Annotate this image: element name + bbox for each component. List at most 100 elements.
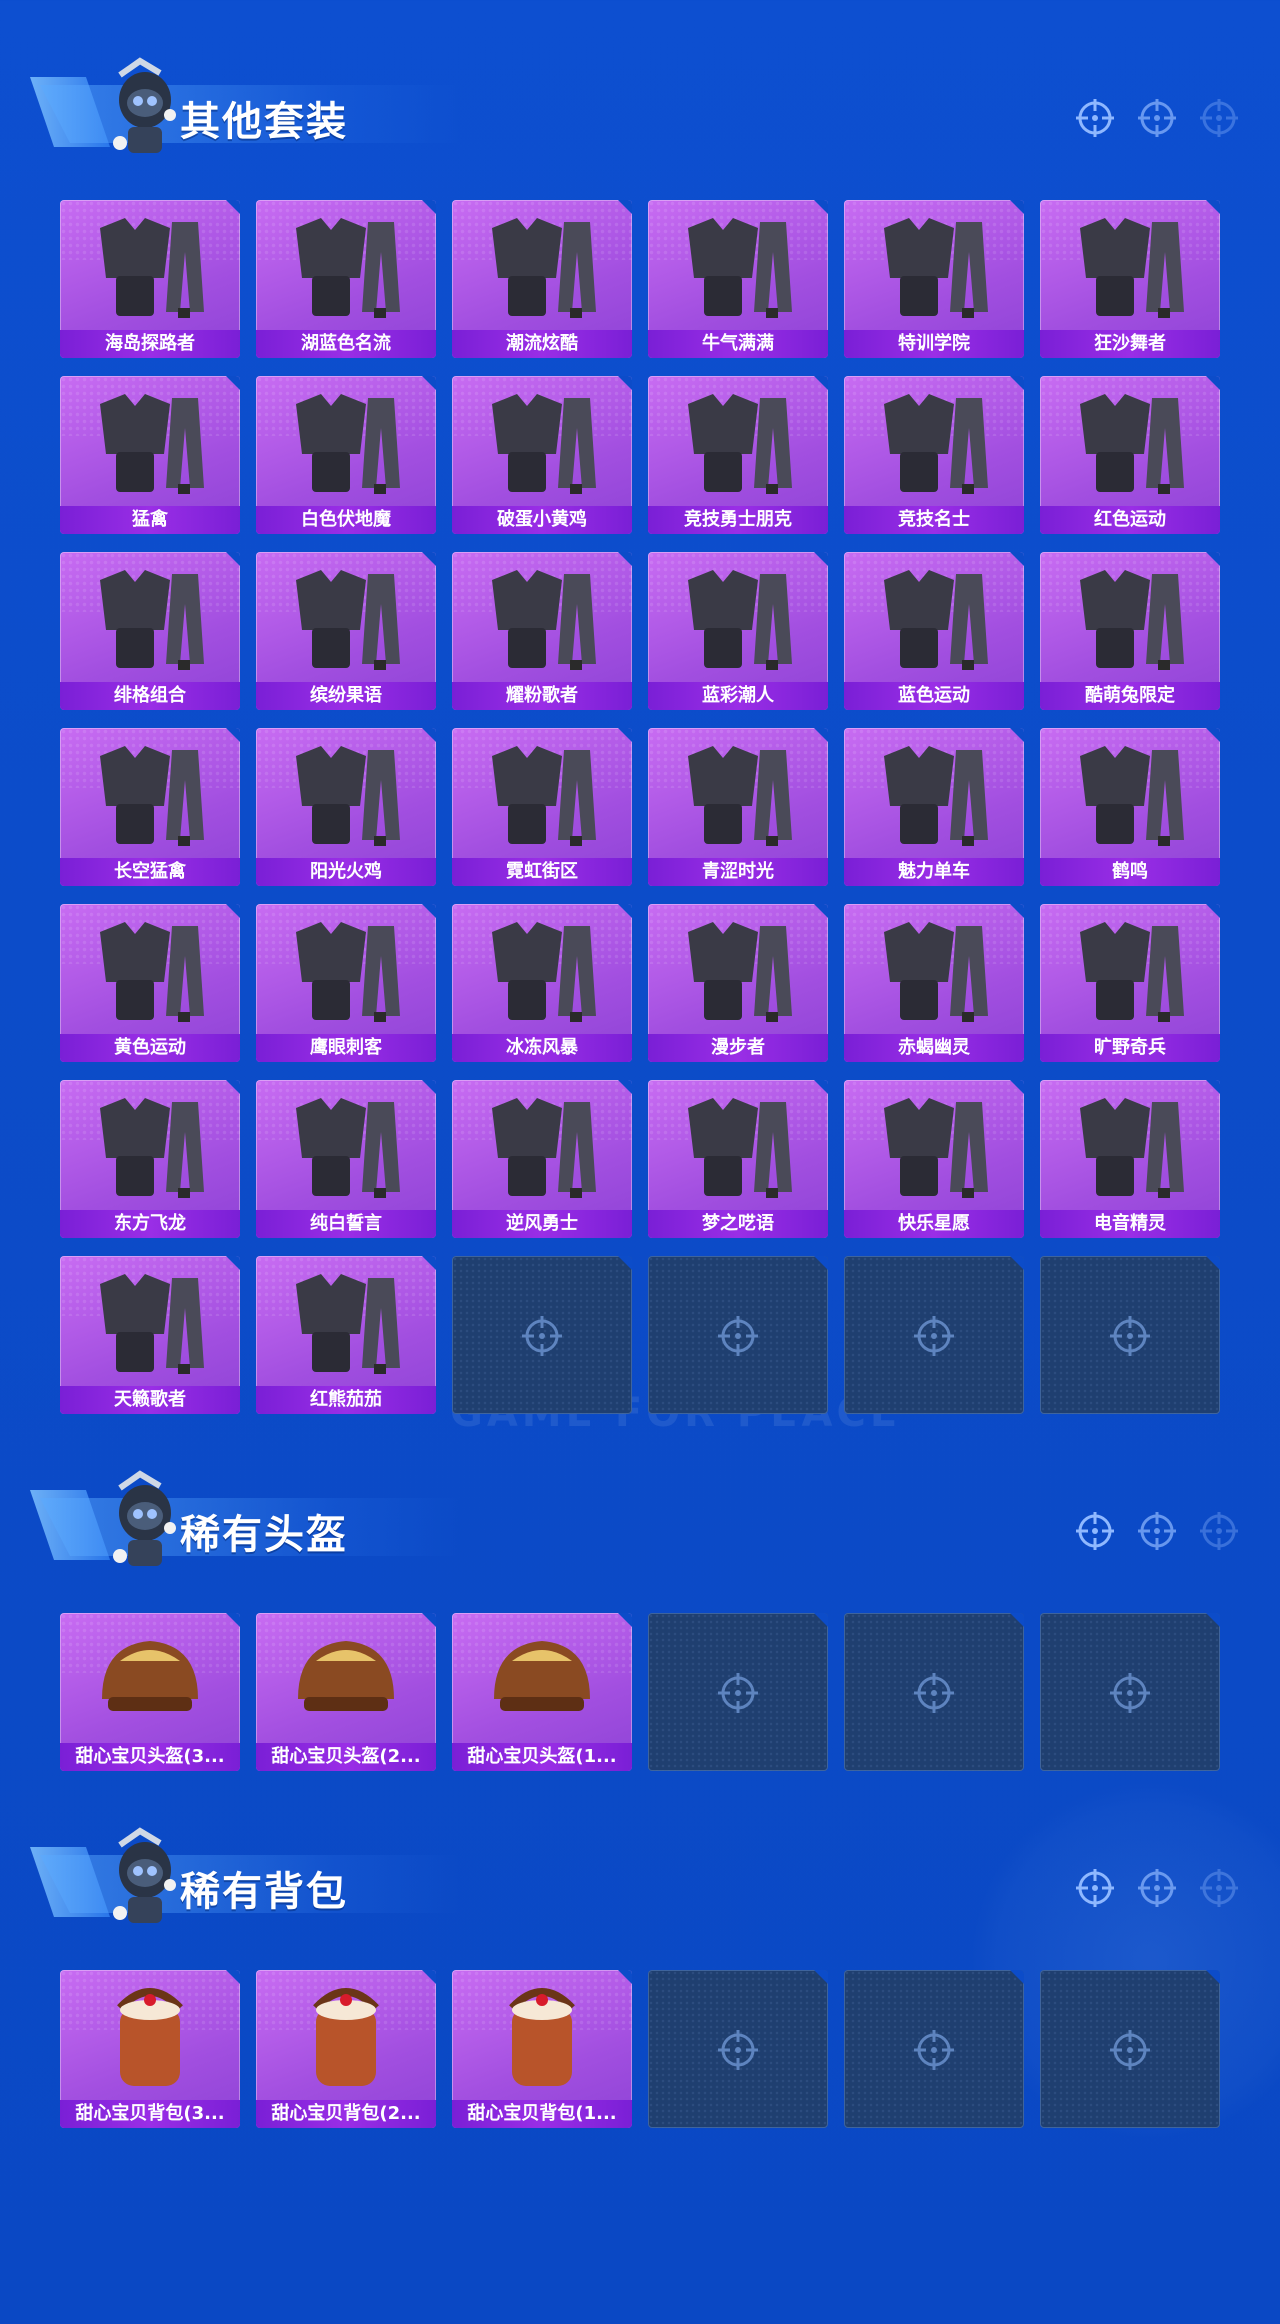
crosshair-placeholder-icon (522, 1316, 562, 1356)
item-name: 竞技名士 (844, 506, 1024, 534)
outfit-image (100, 218, 204, 318)
item-name: 耀粉歌者 (452, 682, 632, 710)
item-card[interactable]: 耀粉歌者 (452, 552, 632, 710)
crosshair-placeholder-icon (718, 1673, 758, 1713)
item-name: 特训学院 (844, 330, 1024, 358)
outfit-image (492, 1098, 596, 1198)
item-card[interactable]: 阳光火鸡 (256, 728, 436, 886)
item-card[interactable]: 甜心宝贝头盔(1... (452, 1613, 632, 1771)
item-card[interactable]: 赤蝎幽灵 (844, 904, 1024, 1062)
item-card[interactable]: 甜心宝贝背包(2... (256, 1970, 436, 2128)
item-card[interactable]: 甜心宝贝头盔(2... (256, 1613, 436, 1771)
outfit-image (688, 1098, 792, 1198)
crosshair-icon (1138, 99, 1176, 137)
item-card[interactable]: 电音精灵 (1040, 1080, 1220, 1238)
item-card[interactable]: 黄色运动 (60, 904, 240, 1062)
section-title: 其他套装 (180, 99, 348, 145)
empty-slot (452, 1256, 632, 1414)
item-card[interactable]: 绯格组合 (60, 552, 240, 710)
item-name: 青涩时光 (648, 858, 828, 886)
crosshair-icon (1200, 99, 1238, 137)
item-card[interactable]: 红熊茄茄 (256, 1256, 436, 1414)
outfit-image (296, 218, 400, 318)
item-card[interactable]: 潮流炫酷 (452, 200, 632, 358)
item-name: 牛气满满 (648, 330, 828, 358)
empty-slot (844, 1256, 1024, 1414)
item-name: 纯白誓言 (256, 1210, 436, 1238)
empty-slot (648, 1256, 828, 1414)
crosshair-icon (1076, 99, 1114, 137)
item-card[interactable]: 梦之呓语 (648, 1080, 828, 1238)
item-name: 潮流炫酷 (452, 330, 632, 358)
item-card[interactable]: 竞技名士 (844, 376, 1024, 534)
item-card[interactable]: 蓝色运动 (844, 552, 1024, 710)
item-card[interactable]: 天籁歌者 (60, 1256, 240, 1414)
item-name: 鹤鸣 (1040, 858, 1220, 886)
item-name: 旷野奇兵 (1040, 1034, 1220, 1062)
item-card[interactable]: 鹤鸣 (1040, 728, 1220, 886)
helmet-image (494, 1641, 590, 1711)
item-card[interactable]: 漫步者 (648, 904, 828, 1062)
outfit-image (492, 746, 596, 846)
section-title: 稀有头盔 (180, 1512, 348, 1558)
item-card[interactable]: 青涩时光 (648, 728, 828, 886)
outfit-image (688, 746, 792, 846)
item-name: 蓝色运动 (844, 682, 1024, 710)
item-name: 冰冻风暴 (452, 1034, 632, 1062)
item-name: 天籁歌者 (60, 1386, 240, 1414)
empty-slot (1040, 1613, 1220, 1771)
outfit-image (688, 570, 792, 670)
outfit-image (884, 922, 988, 1022)
outfit-image (688, 218, 792, 318)
item-card[interactable]: 甜心宝贝背包(1... (452, 1970, 632, 2128)
item-card[interactable]: 东方飞龙 (60, 1080, 240, 1238)
item-card[interactable]: 魅力单车 (844, 728, 1024, 886)
item-card[interactable]: 海岛探路者 (60, 200, 240, 358)
item-card[interactable]: 破蛋小黄鸡 (452, 376, 632, 534)
item-card[interactable]: 纯白誓言 (256, 1080, 436, 1238)
crosshair-placeholder-icon (718, 2030, 758, 2070)
item-card[interactable]: 牛气满满 (648, 200, 828, 358)
item-card[interactable]: 酷萌兔限定 (1040, 552, 1220, 710)
item-card[interactable]: 快乐星愿 (844, 1080, 1024, 1238)
item-name: 黄色运动 (60, 1034, 240, 1062)
item-card[interactable]: 湖蓝色名流 (256, 200, 436, 358)
item-name: 甜心宝贝背包(3... (60, 2100, 240, 2128)
outfit-image (100, 1098, 204, 1198)
crosshair-placeholder-icon (1110, 2030, 1150, 2070)
item-card[interactable]: 长空猛禽 (60, 728, 240, 886)
crosshair-icon (1076, 1869, 1114, 1907)
item-card[interactable]: 霓虹街区 (452, 728, 632, 886)
item-card[interactable]: 特训学院 (844, 200, 1024, 358)
item-card[interactable]: 狂沙舞者 (1040, 200, 1220, 358)
item-card[interactable]: 白色伏地魔 (256, 376, 436, 534)
item-name: 甜心宝贝头盔(2... (256, 1743, 436, 1771)
item-card[interactable]: 鹰眼刺客 (256, 904, 436, 1062)
item-card[interactable]: 竞技勇士朋克 (648, 376, 828, 534)
section-header: 稀有背包 (30, 1825, 460, 1925)
item-card[interactable]: 逆风勇士 (452, 1080, 632, 1238)
outfit-image (884, 218, 988, 318)
item-card[interactable]: 缤纷果语 (256, 552, 436, 710)
empty-slot (844, 1970, 1024, 2128)
backpack-grid: 甜心宝贝背包(3... 甜心宝贝背包(2... 甜心宝贝背包(1... (60, 1970, 1220, 2128)
outfit-image (1080, 394, 1184, 494)
empty-slot (1040, 1256, 1220, 1414)
item-card[interactable]: 冰冻风暴 (452, 904, 632, 1062)
mascot-icon (113, 1470, 176, 1566)
item-name: 湖蓝色名流 (256, 330, 436, 358)
empty-slot (1040, 1970, 1220, 2128)
item-card[interactable]: 甜心宝贝头盔(3... (60, 1613, 240, 1771)
item-card[interactable]: 红色运动 (1040, 376, 1220, 534)
item-name: 霓虹街区 (452, 858, 632, 886)
item-card[interactable]: 猛禽 (60, 376, 240, 534)
item-name: 梦之呓语 (648, 1210, 828, 1238)
item-card[interactable]: 甜心宝贝背包(3... (60, 1970, 240, 2128)
item-card[interactable]: 蓝彩潮人 (648, 552, 828, 710)
item-name: 酷萌兔限定 (1040, 682, 1220, 710)
outfit-image (884, 746, 988, 846)
item-name: 狂沙舞者 (1040, 330, 1220, 358)
outfit-image (296, 1098, 400, 1198)
item-card[interactable]: 旷野奇兵 (1040, 904, 1220, 1062)
item-name: 魅力单车 (844, 858, 1024, 886)
